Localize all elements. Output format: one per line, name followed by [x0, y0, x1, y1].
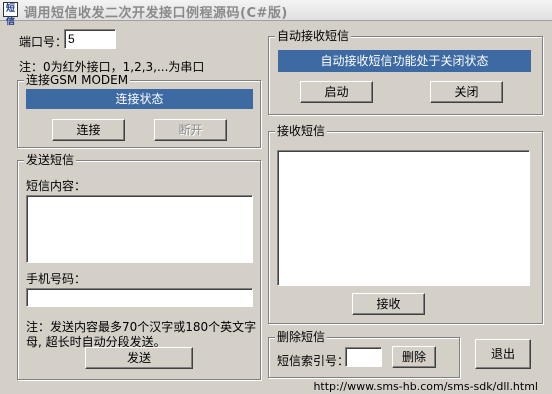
auto-receive-group: 自动接收短信 — [268, 29, 543, 115]
exit-button[interactable]: 退出 — [475, 339, 531, 369]
phone-number-label: 手机号码： — [26, 272, 87, 286]
app-icon: 短信 — [3, 2, 18, 27]
auto-receive-enable-button[interactable]: 启动 — [300, 81, 373, 103]
send-group-legend: 发送短信 — [24, 153, 77, 167]
phone-number-input[interactable] — [26, 288, 253, 307]
window-title: 调用短信收发二次开发接口例程源码(C#版) — [24, 6, 288, 21]
receive-group-legend: 接收短信 — [275, 124, 328, 138]
connect-group-legend: 连接GSM MODEM — [24, 73, 131, 87]
title-bar[interactable]: 短信 调用短信收发二次开发接口例程源码(C#版) — [0, 0, 552, 27]
sms-content-label: 短信内容： — [26, 179, 87, 193]
connection-status-banner: 连接状态 — [26, 89, 253, 109]
main-window: 短信 调用短信收发二次开发接口例程源码(C#版) 端口号： 注：0为红外接口，1… — [0, 0, 552, 394]
auto-receive-group-legend: 自动接收短信 — [275, 29, 352, 43]
delete-group-legend: 删除短信 — [275, 330, 328, 344]
sms-index-label: 短信索引号： — [277, 354, 350, 368]
auto-receive-status-banner: 自动接收短信功能处于关闭状态 — [278, 50, 531, 72]
port-label: 端口号： — [19, 35, 68, 49]
delete-button[interactable]: 删除 — [392, 346, 436, 368]
received-sms-list[interactable] — [277, 150, 530, 286]
send-button[interactable]: 发送 — [85, 347, 193, 369]
sms-content-textarea[interactable] — [26, 195, 253, 263]
disconnect-button[interactable]: 断开 — [154, 119, 227, 141]
receive-button[interactable]: 接收 — [352, 293, 425, 315]
sms-index-input[interactable] — [345, 347, 382, 367]
footer-url: http://www.sms-hb.com/sms-sdk/dll.html — [313, 380, 538, 393]
auto-receive-close-button[interactable]: 关闭 — [430, 81, 503, 103]
connect-button[interactable]: 连接 — [52, 119, 125, 141]
port-input[interactable] — [64, 29, 116, 49]
